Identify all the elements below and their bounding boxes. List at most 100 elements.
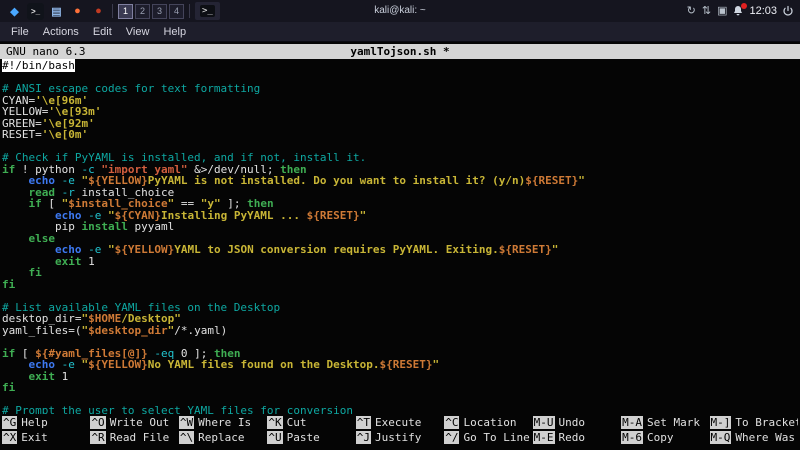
workspace-1[interactable]: 1: [118, 4, 133, 19]
shortcut-label: Go To Line: [463, 431, 529, 444]
launcher-area: ◆>_▤●●: [6, 3, 107, 20]
taskbar-right: ↻ ⇅ ▣ 12:03: [687, 5, 794, 17]
shortcut-copy: M-6 Copy: [621, 431, 709, 444]
code-segment: pyyaml: [128, 220, 174, 233]
separator: [189, 4, 190, 18]
power-icon[interactable]: [782, 5, 794, 17]
code-segment: ": [578, 174, 585, 187]
code-segment: RESET=: [2, 128, 42, 141]
menu-view[interactable]: View: [119, 24, 157, 40]
shortcut-label: Help: [21, 416, 48, 429]
shortcut-undo: M-UUndo: [533, 416, 621, 429]
shortcut-justify: ^J Justify: [356, 431, 444, 444]
shortcut-go-to-line: ^/Go To Line: [444, 431, 532, 444]
shortcut-label: Justify: [375, 431, 421, 444]
shortcut-label: Location: [463, 416, 516, 429]
shortcut-label: Where Was: [735, 431, 795, 444]
shortcut-label: Replace: [198, 431, 244, 444]
code-segment: ${YELLOW}: [115, 243, 175, 256]
taskbar-window-button[interactable]: >_: [195, 2, 220, 20]
menu-edit[interactable]: Edit: [86, 24, 119, 40]
shortcut-exit: ^XExit: [2, 431, 90, 444]
code-line: CYAN='\e[96m': [2, 95, 800, 107]
taskbar-left: ◆>_▤●● 1234 >_: [6, 2, 220, 20]
shortcut-label: Execute: [375, 416, 421, 429]
code-line: exit 1: [2, 256, 800, 268]
menu-actions[interactable]: Actions: [36, 24, 86, 40]
editor-content[interactable]: #!/bin/bash # ANSI escape codes for text …: [0, 59, 800, 414]
shortcut-key: M-]: [710, 416, 732, 429]
clipboard-tray-icon[interactable]: ▣: [717, 6, 727, 17]
code-segment: install: [81, 220, 127, 233]
workspace-3[interactable]: 3: [152, 4, 167, 19]
code-segment: ${RESET}: [380, 358, 433, 371]
shortcut-label: Write Out: [110, 416, 170, 429]
shortcut-label: Undo: [559, 416, 586, 429]
shortcut-key: ^C: [444, 416, 459, 429]
workspace-pager: 1234: [118, 4, 184, 19]
shortcut-key: ^J: [356, 431, 371, 444]
code-segment: ": [108, 243, 115, 256]
code-segment: [75, 358, 82, 371]
shortcut-key: M-Q: [710, 431, 732, 444]
updates-tray-icon[interactable]: ↻: [687, 6, 696, 17]
network-tray-icon[interactable]: ⇅: [702, 6, 711, 17]
kali-menu-icon[interactable]: ◆: [6, 3, 23, 20]
separator: [112, 4, 113, 18]
code-segment: 1: [55, 370, 68, 383]
code-segment: exit: [29, 370, 56, 383]
system-tray: ↻ ⇅ ▣: [687, 6, 728, 17]
files-launcher-icon[interactable]: ▤: [48, 3, 65, 20]
shortcut-set-mark: M-ASet Mark: [621, 416, 709, 429]
code-segment: fi: [2, 381, 15, 394]
shortcut-location: ^C Location: [444, 416, 532, 429]
shortcut-to-bracket: M-]To Bracket: [710, 416, 798, 429]
code-segment: /*.yaml): [174, 324, 227, 337]
code-line: fi: [2, 382, 800, 394]
clock[interactable]: 12:03: [749, 5, 777, 17]
code-segment: fi: [29, 266, 42, 279]
code-segment: ${YELLOW}: [88, 358, 148, 371]
shortcut-key: ^K: [267, 416, 282, 429]
code-line: GREEN='\e[92m': [2, 118, 800, 130]
shortcut-label: Where Is: [198, 416, 251, 429]
nano-titlebar: GNU nano 6.3 yamlTojson.sh *: [0, 44, 800, 59]
shortcut-label: Set Mark: [647, 416, 700, 429]
shortcut-key: ^T: [356, 416, 371, 429]
code-line: fi: [2, 267, 800, 279]
firefox-launcher-icon[interactable]: ●: [69, 3, 86, 20]
code-segment: ": [433, 358, 440, 371]
shortcut-label: Exit: [21, 431, 48, 444]
shortcut-where-was: M-QWhere Was: [710, 431, 798, 444]
code-line: pip install pyyaml: [2, 221, 800, 233]
app-launcher-icon[interactable]: ●: [90, 3, 107, 20]
shortcut-where-is: ^WWhere Is: [179, 416, 267, 429]
code-segment: Installing PyYAML ...: [161, 209, 307, 222]
shortcut-key: ^R: [90, 431, 105, 444]
code-segment: ${RESET}: [525, 174, 578, 187]
shortcut-label: Copy: [647, 431, 674, 444]
shortcut-replace: ^\Replace: [179, 431, 267, 444]
menu-file[interactable]: File: [4, 24, 36, 40]
shortcut-key: ^U: [267, 431, 282, 444]
shortcut-key: M-6: [621, 431, 643, 444]
notification-bell-icon[interactable]: [732, 5, 744, 17]
shortcut-key: M-E: [533, 431, 555, 444]
shortcut-cut: ^KCut: [267, 416, 355, 429]
workspace-4[interactable]: 4: [169, 4, 184, 19]
workspace-2[interactable]: 2: [135, 4, 150, 19]
shortcut-label: Read File: [110, 431, 170, 444]
taskbar-window-title[interactable]: kali@kali: ~: [374, 0, 426, 22]
code-segment: PyYAML is not installed. Do you want to …: [148, 174, 526, 187]
code-line: echo -e "${YELLOW}YAML to JSON conversio…: [2, 244, 800, 256]
shortcut-paste: ^UPaste: [267, 431, 355, 444]
terminal-launcher-icon[interactable]: >_: [27, 3, 44, 20]
terminal-window-icon: >_: [200, 5, 215, 17]
code-segment: #!/bin/bash: [2, 59, 75, 72]
code-segment: yaml_files=(: [2, 324, 81, 337]
code-line: YELLOW='\e[93m': [2, 106, 800, 118]
code-line: yaml_files=("$desktop_dir"/*.yaml): [2, 325, 800, 337]
menu-help[interactable]: Help: [156, 24, 193, 40]
nano-filename: yamlTojson.sh *: [350, 44, 449, 59]
code-line: # ANSI escape codes for text formatting: [2, 83, 800, 95]
